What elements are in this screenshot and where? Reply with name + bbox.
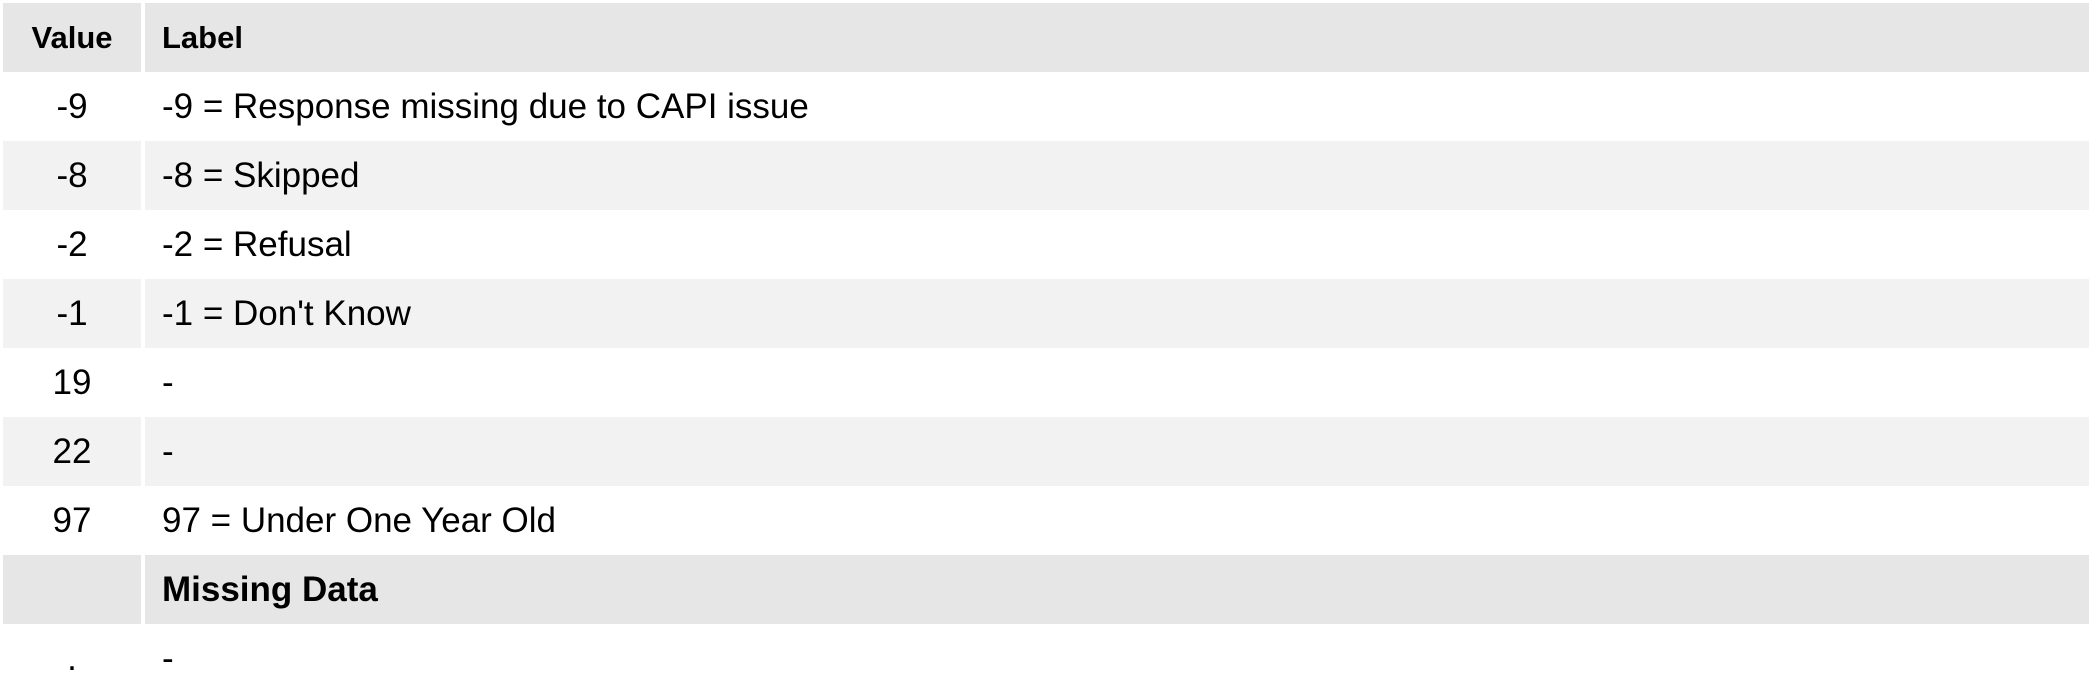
row-value: .	[3, 624, 145, 693]
row-label: 97 = Under One Year Old	[143, 486, 2089, 555]
row-value: -8	[3, 141, 145, 210]
table-row: -2 -2 = Refusal	[3, 210, 2089, 279]
row-label: -	[143, 624, 2089, 693]
table-row: -8 -8 = Skipped	[3, 141, 2089, 210]
row-value: 22	[3, 417, 145, 486]
label-column-header: Label	[143, 3, 2089, 72]
row-value: -9	[3, 72, 145, 141]
section-value	[3, 555, 145, 624]
table-row: 19 -	[3, 348, 2089, 417]
table-row: -1 -1 = Don't Know	[3, 279, 2089, 348]
row-label: -9 = Response missing due to CAPI issue	[143, 72, 2089, 141]
row-label: -1 = Don't Know	[143, 279, 2089, 348]
value-label-table: Value Label -9 -9 = Response missing due…	[3, 3, 2089, 693]
missing-data-heading: Missing Data	[143, 555, 2089, 624]
table-header-row: Value Label	[3, 3, 2089, 72]
value-column-header: Value	[3, 3, 145, 72]
table-row: . -	[3, 624, 2089, 693]
table-row: 22 -	[3, 417, 2089, 486]
table-row: -9 -9 = Response missing due to CAPI iss…	[3, 72, 2089, 141]
row-value: -2	[3, 210, 145, 279]
row-label: -	[143, 417, 2089, 486]
row-value: 97	[3, 486, 145, 555]
missing-data-section-row: Missing Data	[3, 555, 2089, 624]
row-label: -8 = Skipped	[143, 141, 2089, 210]
row-label: -	[143, 348, 2089, 417]
table-row: 97 97 = Under One Year Old	[3, 486, 2089, 555]
row-value: -1	[3, 279, 145, 348]
row-value: 19	[3, 348, 145, 417]
row-label: -2 = Refusal	[143, 210, 2089, 279]
